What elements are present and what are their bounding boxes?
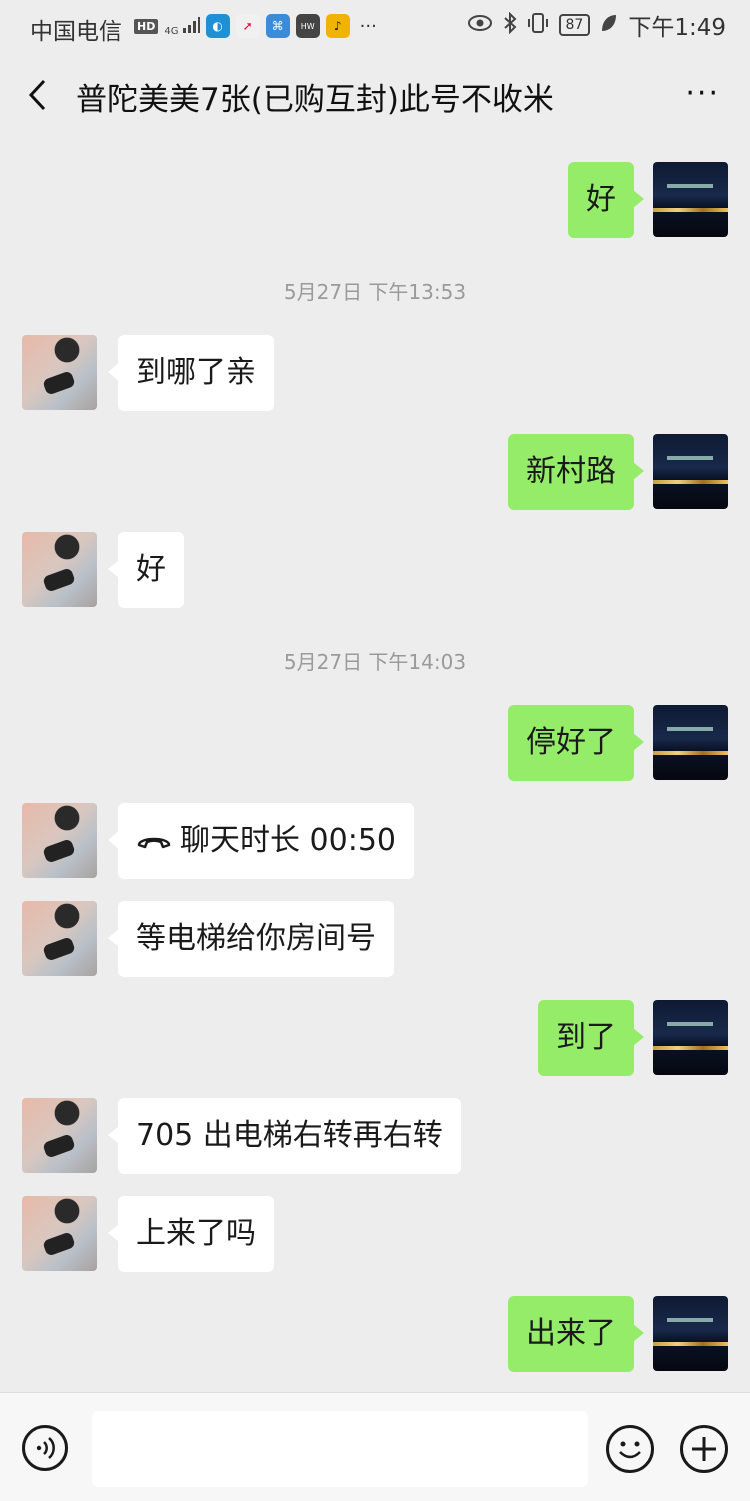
voice-input-button[interactable] bbox=[22, 1425, 68, 1471]
my-avatar[interactable] bbox=[653, 1000, 728, 1075]
message-bubble[interactable]: 好 bbox=[108, 532, 184, 608]
contact-avatar[interactable] bbox=[22, 901, 97, 976]
message-bubble[interactable]: 到哪了亲 bbox=[108, 335, 274, 411]
more-dots-icon: ··· bbox=[359, 15, 377, 37]
chat-title: 普陀美美7张(已购互封)此号不收米 bbox=[76, 82, 554, 118]
message-bubble[interactable]: 等电梯给你房间号 bbox=[108, 901, 394, 977]
more-actions-button[interactable] bbox=[680, 1425, 728, 1473]
battery-icon: 87 bbox=[558, 14, 591, 36]
timestamp: 5月27日 下午13:53 bbox=[283, 280, 467, 304]
message-bubble[interactable]: 705 出电梯右转再右转 bbox=[108, 1098, 461, 1174]
timestamp: 5月27日 下午14:03 bbox=[283, 650, 467, 674]
eye-icon bbox=[467, 14, 493, 36]
input-bar bbox=[0, 1392, 750, 1501]
contact-avatar[interactable] bbox=[22, 335, 97, 410]
call-record-bubble[interactable]: 聊天时长 00:50 bbox=[108, 803, 414, 880]
app-icon-3: ♪ bbox=[325, 14, 350, 38]
app-icon-2: ⌘ bbox=[265, 14, 290, 38]
app-icon-1: ◐ bbox=[205, 14, 230, 38]
contact-avatar[interactable] bbox=[22, 1098, 97, 1173]
emoji-button[interactable] bbox=[606, 1425, 654, 1473]
my-avatar[interactable] bbox=[653, 162, 728, 237]
net-type-label: 4G bbox=[164, 25, 179, 37]
status-icons-right: 87 下午1:49 bbox=[467, 10, 726, 41]
hd-icon: HD bbox=[134, 18, 159, 34]
clock: 下午1:49 bbox=[628, 15, 726, 41]
huawei-icon: HW bbox=[295, 14, 320, 38]
bluetooth-icon bbox=[503, 11, 517, 38]
leaf-icon bbox=[600, 13, 618, 37]
back-icon[interactable] bbox=[26, 78, 48, 112]
my-avatar[interactable] bbox=[653, 434, 728, 509]
contact-avatar[interactable] bbox=[22, 1196, 97, 1271]
chat-header: 普陀美美7张(已购互封)此号不收米 ··· bbox=[0, 52, 750, 140]
my-avatar[interactable] bbox=[653, 705, 728, 780]
status-bar: 中国电信 HD 4G ◐ ➚ ⌘ HW ♪ ··· 87 下午1:49 bbox=[0, 0, 750, 52]
message-bubble[interactable]: 上来了吗 bbox=[108, 1196, 274, 1272]
phone-hangup-icon bbox=[136, 804, 172, 880]
status-icons-left: HD 4G ◐ ➚ ⌘ HW ♪ ··· bbox=[134, 12, 377, 40]
contact-avatar[interactable] bbox=[22, 803, 97, 878]
more-options-button[interactable]: ··· bbox=[685, 79, 720, 109]
my-avatar[interactable] bbox=[653, 1296, 728, 1371]
compass-icon: ➚ bbox=[235, 14, 260, 38]
contact-avatar[interactable] bbox=[22, 532, 97, 607]
signal-icon: 4G bbox=[164, 16, 200, 37]
message-bubble[interactable]: 好 bbox=[568, 162, 644, 238]
message-bubble[interactable]: 新村路 bbox=[508, 434, 644, 510]
vibrate-icon bbox=[527, 12, 549, 38]
message-bubble[interactable]: 出来了 bbox=[508, 1296, 644, 1372]
message-bubble[interactable]: 到了 bbox=[538, 1000, 644, 1076]
call-duration-text: 聊天时长 00:50 bbox=[180, 823, 396, 858]
message-bubble[interactable]: 停好了 bbox=[508, 705, 644, 781]
carrier-label: 中国电信 bbox=[30, 19, 122, 45]
message-input[interactable] bbox=[92, 1411, 588, 1487]
